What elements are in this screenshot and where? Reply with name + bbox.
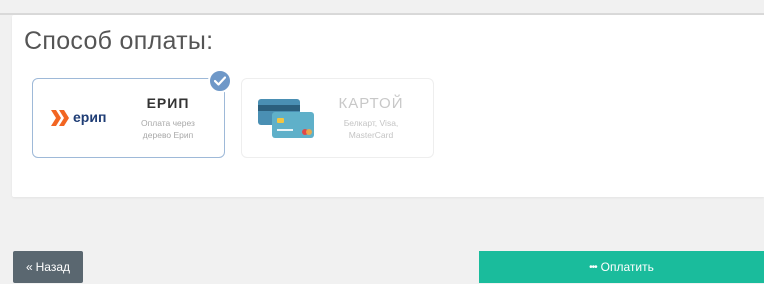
- pay-button[interactable]: ••• Оплатить: [479, 251, 764, 283]
- double-chevron-left-icon: «: [25, 260, 33, 274]
- ellipsis-icon: •••: [589, 261, 597, 273]
- payment-option-erip[interactable]: ерип ЕРИП Оплата через дерево Ерип: [32, 69, 232, 158]
- selected-check-icon: [208, 69, 232, 93]
- back-button[interactable]: « Назад: [13, 251, 83, 283]
- erip-logo-text: ерип: [73, 109, 107, 125]
- credit-card-icon: [258, 99, 314, 144]
- back-button-label: Назад: [35, 260, 71, 274]
- erip-option-title: ЕРИП: [146, 95, 190, 111]
- erip-option-text: ЕРИП Оплата через дерево Ерип: [128, 95, 208, 141]
- card-option-text: КАРТОЙ Белкарт, Visa, MasterCard: [326, 95, 416, 141]
- pay-button-label: Оплатить: [600, 260, 654, 274]
- payment-option-card[interactable]: КАРТОЙ Белкарт, Visa, MasterCard: [241, 78, 434, 158]
- payment-method-panel: Способ оплаты: ерип ЕРИП Оплата через де…: [12, 15, 764, 197]
- card-option-title: КАРТОЙ: [338, 95, 404, 112]
- panel-title: Способ оплаты:: [24, 27, 214, 55]
- card-option-description: Белкарт, Visa, MasterCard: [343, 118, 399, 140]
- erip-option-description: Оплата через дерево Ерип: [141, 118, 195, 140]
